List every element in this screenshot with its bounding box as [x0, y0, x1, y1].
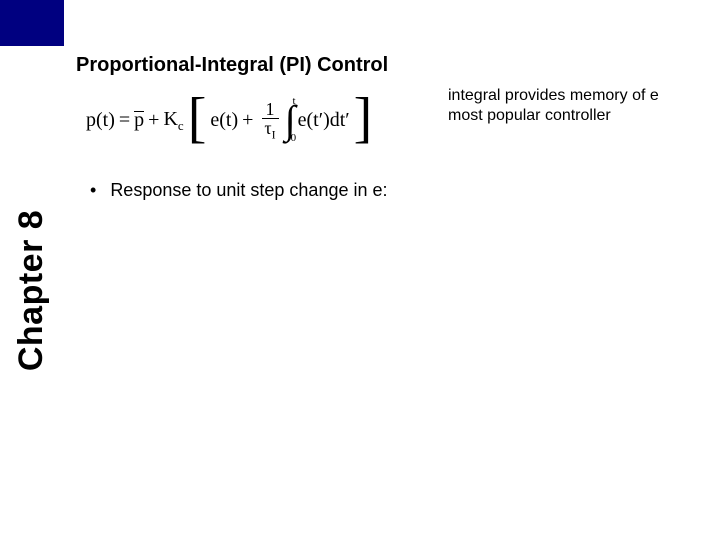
note-line-2: most popular controller: [448, 106, 659, 126]
eq-left-bracket: [: [188, 90, 207, 146]
eq-right-bracket: ]: [354, 90, 373, 146]
chapter-label: Chapter 8: [13, 209, 52, 370]
eq-tau-sub: I: [272, 127, 276, 141]
pi-control-equation: p(t) = p + Kc [ e(t) + 1 τI t ∫ 0 e(t′)d…: [86, 92, 376, 148]
note-line-1: integral provides memory of e: [448, 86, 659, 106]
eq-kc-base: K: [163, 108, 177, 130]
eq-frac: 1 τI: [260, 100, 279, 141]
eq-integral: t ∫ 0: [285, 100, 296, 140]
eq-integrand: e(t′)dt′: [298, 110, 350, 130]
eq-equals: =: [119, 110, 130, 130]
eq-plus-1: +: [148, 110, 159, 130]
sidebar-accent-block: [0, 0, 64, 46]
sidebar-label-wrap: Chapter 8: [0, 160, 64, 420]
eq-lhs: p(t): [86, 110, 115, 130]
eq-kc-sub: c: [178, 118, 184, 133]
eq-pbar: p: [134, 110, 144, 130]
bullet-text: Response to unit step change in e:: [110, 180, 387, 201]
side-notes: integral provides memory of e most popul…: [448, 86, 659, 126]
page-title: Proportional-Integral (PI) Control: [76, 54, 388, 77]
bullet-item: • Response to unit step change in e:: [90, 180, 388, 202]
eq-frac-den: τI: [260, 119, 279, 141]
eq-plus-2: +: [242, 110, 253, 130]
sidebar: Chapter 8: [0, 0, 64, 540]
eq-frac-num: 1: [262, 100, 279, 119]
eq-int-upper: t: [293, 96, 296, 107]
eq-kc: Kc: [163, 109, 183, 132]
eq-tau: τ: [264, 118, 271, 138]
bullet-dot-icon: •: [90, 180, 96, 202]
eq-int-lower: 0: [291, 133, 297, 144]
eq-et: e(t): [210, 110, 238, 130]
